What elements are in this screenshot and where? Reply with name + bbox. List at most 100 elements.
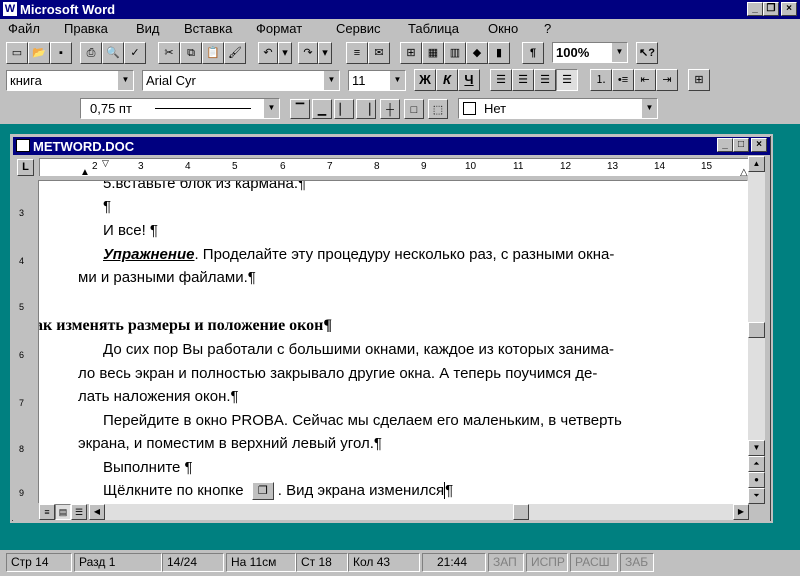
zoom-select[interactable]: 100% ▼ (552, 42, 628, 63)
cut-icon[interactable]: ✂ (158, 42, 180, 64)
increase-indent-icon[interactable]: ⇥ (656, 69, 678, 91)
next-page-button[interactable]: ⏷ (748, 488, 765, 504)
click-instruction: Щёлкните по кнопке (103, 482, 244, 499)
show-paragraph-button[interactable]: ¶ (522, 42, 544, 64)
menu-edit[interactable]: Правка (64, 21, 108, 36)
tab-selector[interactable]: L (17, 159, 34, 176)
bold-button[interactable]: Ж (414, 69, 436, 91)
top-border-icon[interactable]: ▔ (290, 99, 310, 119)
print-icon[interactable]: ⎙ (80, 42, 102, 64)
columns-icon[interactable]: ▥ (444, 42, 466, 64)
chevron-down-icon[interactable]: ▼ (389, 71, 405, 90)
chevron-down-icon[interactable]: ▼ (117, 71, 133, 90)
scroll-down-button[interactable]: ▼ (748, 440, 765, 456)
font-size-select[interactable]: 11 ▼ (348, 70, 406, 91)
status-record[interactable]: ЗАП (488, 553, 524, 572)
horizontal-scroll-track[interactable] (105, 504, 733, 520)
numbered-list-icon[interactable]: ⒈ (590, 69, 612, 91)
chevron-down-icon[interactable]: ▼ (323, 71, 339, 90)
doc-maximize-button[interactable]: □ (733, 138, 749, 152)
underline-button[interactable]: Ч (458, 69, 480, 91)
insert-address-icon[interactable]: ✉ (368, 42, 390, 64)
no-border-icon[interactable]: ⬚ (428, 99, 448, 119)
align-left-icon[interactable]: ☰ (490, 69, 512, 91)
restore-button[interactable]: ❐ (763, 2, 779, 16)
menu-view[interactable]: Вид (136, 21, 160, 36)
help-pointer-icon[interactable]: ↖? (636, 42, 658, 64)
print-preview-icon[interactable]: 🔍 (102, 42, 124, 64)
line-width-select[interactable]: 0,75 пт ▼ (80, 98, 280, 119)
chevron-down-icon[interactable]: ▼ (641, 99, 657, 118)
undo-icon[interactable]: ↶ (258, 42, 278, 64)
bulleted-list-icon[interactable]: •≡ (612, 69, 634, 91)
justify-icon[interactable]: ☰ (556, 69, 578, 91)
italic-button[interactable]: К (436, 69, 458, 91)
redo-dropdown-icon[interactable]: ▾ (318, 42, 332, 64)
insert-excel-icon[interactable]: ▦ (422, 42, 444, 64)
status-extend[interactable]: РАСШ (570, 553, 618, 572)
font-select[interactable]: Arial Cyr ▼ (142, 70, 340, 91)
align-center-icon[interactable]: ☰ (512, 69, 534, 91)
scroll-thumb[interactable] (748, 322, 765, 338)
menu-table[interactable]: Таблица (408, 21, 459, 36)
inside-border-icon[interactable]: ┼ (380, 99, 400, 119)
outline-view-button[interactable]: ☰ (71, 504, 87, 520)
chevron-down-icon[interactable]: ▼ (611, 43, 627, 62)
first-line-indent-marker[interactable]: ▽ (102, 159, 109, 169)
menu-help[interactable]: ? (544, 21, 551, 36)
ruler-strip[interactable]: 2 3 4 5 6 7 8 9 10 11 12 13 14 15 ▽ ▲ △ (39, 158, 749, 176)
right-indent-marker[interactable]: △ (740, 167, 748, 176)
previous-page-button[interactable]: ⏶ (748, 456, 765, 472)
status-pages: 14/24 (162, 553, 224, 572)
scroll-right-button[interactable]: ▶ (733, 504, 749, 520)
outside-border-icon[interactable]: □ (404, 99, 424, 119)
copy-icon[interactable]: ⧉ (180, 42, 202, 64)
menu-tools[interactable]: Сервис (336, 21, 381, 36)
chevron-down-icon[interactable]: ▼ (263, 99, 279, 118)
save-icon[interactable]: ▪ (50, 42, 72, 64)
text-line: До сих пор Вы работали с большими окнами… (103, 341, 615, 358)
select-browse-object-button[interactable]: ● (748, 472, 765, 488)
style-select[interactable]: книга ▼ (6, 70, 134, 91)
menu-insert[interactable]: Вставка (184, 21, 232, 36)
page-layout-view-button[interactable]: ▤ (55, 504, 71, 520)
new-document-icon[interactable]: ▭ (6, 42, 28, 64)
menu-window[interactable]: Окно (488, 21, 518, 36)
redo-icon[interactable]: ↷ (298, 42, 318, 64)
menu-file[interactable]: Файл (8, 21, 40, 36)
minimize-button[interactable]: _ (747, 2, 763, 16)
paste-icon[interactable]: 📋 (202, 42, 224, 64)
status-overtype[interactable]: ЗАБ (620, 553, 654, 572)
normal-view-button[interactable]: ≡ (39, 504, 55, 520)
status-track-changes[interactable]: ИСПР (526, 553, 568, 572)
text-line: Выполните ¶ (103, 459, 193, 476)
left-indent-marker[interactable]: ▲ (80, 167, 90, 176)
format-painter-icon[interactable]: 🖌 (224, 42, 246, 64)
right-border-icon[interactable]: ▕ (356, 99, 376, 119)
document-page[interactable]: 5.вставьте блок из кармана.¶ ¶ И все! ¶ … (38, 180, 748, 504)
shading-select[interactable]: Нет ▼ (458, 98, 658, 119)
insert-table-icon[interactable]: ⊞ (400, 42, 422, 64)
menu-format[interactable]: Формат (256, 21, 302, 36)
align-right-icon[interactable]: ☰ (534, 69, 556, 91)
borders-icon[interactable]: ⊞ (688, 69, 710, 91)
horizontal-scrollbar: ≡ ▤ ☰ ◀ ▶ (13, 504, 770, 521)
drawing-icon[interactable]: ◆ (466, 42, 488, 64)
scroll-left-button[interactable]: ◀ (89, 504, 105, 520)
insert-chart-icon[interactable]: ▮ (488, 42, 510, 64)
undo-dropdown-icon[interactable]: ▾ (278, 42, 292, 64)
horizontal-scroll-thumb[interactable] (513, 504, 529, 520)
word-app-icon[interactable]: W (3, 2, 17, 16)
doc-close-button[interactable]: × (751, 138, 767, 152)
vertical-scrollbar[interactable]: ▲ ▼ ⏶ ● ⏷ (748, 156, 765, 504)
decrease-indent-icon[interactable]: ⇤ (634, 69, 656, 91)
document-icon[interactable] (16, 139, 30, 152)
doc-minimize-button[interactable]: _ (717, 138, 733, 152)
open-folder-icon[interactable]: 📂 (28, 42, 50, 64)
close-button[interactable]: × (781, 2, 797, 16)
left-border-icon[interactable]: ▏ (334, 99, 354, 119)
bottom-border-icon[interactable]: ▁ (312, 99, 332, 119)
autoformat-icon[interactable]: ≡ (346, 42, 368, 64)
scroll-up-button[interactable]: ▲ (748, 156, 765, 172)
spelling-icon[interactable]: ✓ (124, 42, 146, 64)
